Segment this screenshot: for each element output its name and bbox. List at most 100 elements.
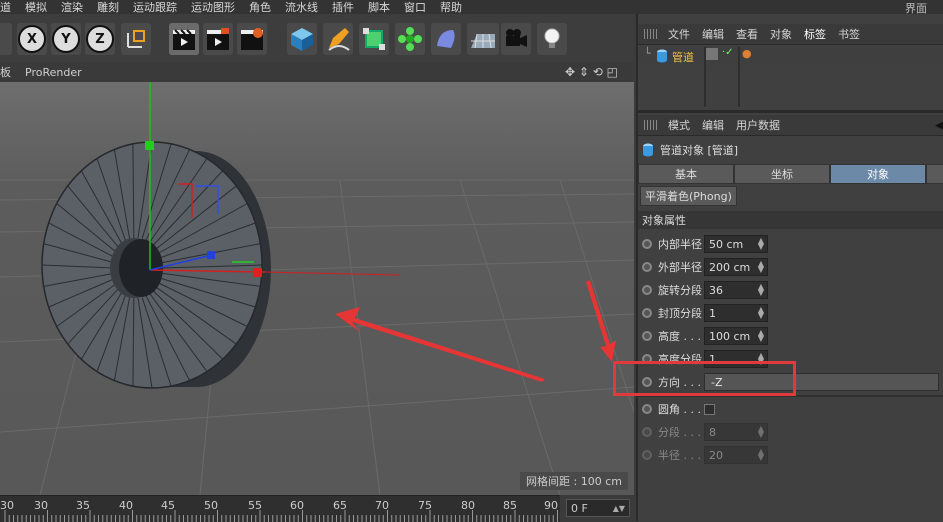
- menu-file[interactable]: 文件: [668, 26, 690, 42]
- param-label: 分段 . . .: [658, 426, 701, 439]
- fillet-segments-field[interactable]: 8 ▲ ▼: [704, 423, 768, 441]
- spinner-icon[interactable]: ▲▼: [758, 260, 764, 274]
- tab-overflow[interactable]: [926, 164, 943, 184]
- menu-view[interactable]: 查看: [736, 26, 758, 42]
- outer-radius-field[interactable]: 200 cm ▲ ▼: [704, 258, 768, 276]
- param-value: 100 cm: [709, 329, 751, 343]
- inner-radius-field[interactable]: 50 cm ▲ ▼: [704, 235, 768, 253]
- animate-radio[interactable]: [642, 262, 652, 272]
- param-value: 20: [709, 448, 723, 462]
- render-to-picture-viewer-button[interactable]: [203, 23, 233, 55]
- render-view-button[interactable]: [169, 23, 199, 55]
- cap-segments-field[interactable]: 1 ▲ ▼: [704, 304, 768, 322]
- menu-item[interactable]: 运动跟踪: [133, 0, 177, 15]
- y-axis-icon: Y: [52, 25, 80, 53]
- render-settings-button[interactable]: [237, 23, 267, 55]
- menu-item[interactable]: 帮助: [440, 0, 462, 15]
- axis-y-button[interactable]: Y: [51, 23, 81, 55]
- subdivision-cube-icon: [363, 28, 385, 50]
- menu-item[interactable]: 插件: [332, 0, 354, 15]
- menu-item[interactable]: 窗口: [404, 0, 426, 15]
- height-field[interactable]: 100 cm ▲ ▼: [704, 327, 768, 345]
- menu-item[interactable]: 渲染: [61, 0, 83, 15]
- animate-radio[interactable]: [642, 450, 652, 460]
- object-row[interactable]: └ 管道 ·✓ ●: [638, 47, 943, 107]
- menu-item[interactable]: 雕刻: [97, 0, 119, 15]
- tab-coordinates[interactable]: 坐标: [734, 164, 830, 184]
- param-fillet-segments: 分段 . . . 8 ▲ ▼: [642, 422, 768, 442]
- cube-button[interactable]: [287, 23, 317, 55]
- phong-tag-icon[interactable]: ●: [742, 47, 752, 60]
- deformer-icon: [437, 30, 455, 48]
- floor-button[interactable]: [467, 23, 499, 55]
- animate-radio[interactable]: [642, 308, 652, 318]
- visibility-check-icon[interactable]: ·✓: [722, 47, 734, 58]
- menu-item[interactable]: 脚本: [368, 0, 390, 15]
- animate-radio[interactable]: [642, 427, 652, 437]
- back-arrow-icon[interactable]: ◀: [935, 118, 943, 133]
- viewport-menu-fragment[interactable]: 板: [0, 64, 11, 80]
- pen-button[interactable]: [323, 23, 353, 55]
- cube-icon: [291, 28, 313, 51]
- menu-edit[interactable]: 编辑: [702, 117, 724, 133]
- timeline-ruler[interactable]: 30 30 35 40 45 50 55 60 65 70 75 80 85 9…: [0, 495, 560, 522]
- menu-item[interactable]: 流水线: [285, 0, 318, 15]
- menu-mode[interactable]: 模式: [668, 117, 690, 133]
- spinner-icon[interactable]: ▲▼: [758, 283, 764, 297]
- animate-radio[interactable]: [642, 331, 652, 341]
- menu-item[interactable]: 道: [0, 0, 11, 15]
- layer-icon[interactable]: [706, 48, 718, 60]
- param-value: 8: [709, 425, 716, 439]
- param-height: 高度 . . . 100 cm ▲ ▼: [642, 326, 768, 346]
- viewport-scene: [0, 82, 634, 495]
- tab-basic[interactable]: 基本: [638, 164, 734, 184]
- menu-user-data[interactable]: 用户数据: [736, 117, 780, 133]
- cloner-button[interactable]: [395, 23, 425, 55]
- animate-radio[interactable]: [642, 404, 652, 414]
- tube-object-icon: [643, 143, 653, 157]
- menu-item[interactable]: 运动图形: [191, 0, 235, 15]
- axis-z-button[interactable]: Z: [85, 23, 115, 55]
- tab-object[interactable]: 对象: [830, 164, 926, 184]
- light-button[interactable]: [537, 23, 567, 55]
- spinner-icon[interactable]: ▲▼: [758, 306, 764, 320]
- deformer-button[interactable]: [431, 23, 461, 55]
- current-frame-field[interactable]: 0 F ▲▼: [566, 499, 630, 517]
- panel-grip-icon[interactable]: [644, 120, 658, 130]
- spinner-icon[interactable]: ▲▼: [758, 425, 764, 439]
- menu-object[interactable]: 对象: [770, 26, 792, 42]
- param-cap-segments: 封顶分段 1 ▲ ▼: [642, 303, 768, 323]
- panel-splitter[interactable]: [638, 110, 943, 113]
- camera-button[interactable]: [501, 23, 531, 55]
- fillet-checkbox[interactable]: [704, 403, 715, 415]
- object-name[interactable]: 管道: [672, 49, 694, 65]
- spinner-icon[interactable]: ▲▼: [758, 448, 764, 462]
- attribute-title: 管道对象 [管道]: [642, 142, 738, 158]
- tool-button[interactable]: [0, 23, 12, 55]
- floor-grid-icon: [471, 33, 495, 49]
- axis-x-button[interactable]: X: [17, 23, 47, 55]
- menu-item[interactable]: 模拟: [25, 0, 47, 15]
- spinner-icon[interactable]: ▲▼: [758, 329, 764, 343]
- spinner-icon[interactable]: ▲▼: [758, 237, 764, 251]
- param-inner-radius: 内部半径 50 cm ▲ ▼: [642, 234, 768, 254]
- 3d-viewport[interactable]: 网格间距 : 100 cm: [0, 82, 634, 495]
- param-fillet-radius: 半径 . . . 20 ▲ ▼: [642, 445, 768, 465]
- tick-label: 80: [461, 499, 475, 512]
- panel-grip-icon[interactable]: [644, 29, 658, 39]
- animate-radio[interactable]: [642, 285, 652, 295]
- tick-label: 85: [503, 499, 517, 512]
- menu-tags[interactable]: 标签: [804, 26, 826, 42]
- subdivision-button[interactable]: [359, 23, 389, 55]
- menu-edit[interactable]: 编辑: [702, 26, 724, 42]
- animate-radio[interactable]: [642, 239, 652, 249]
- viewport-nav-icon[interactable]: ✥ ⇕ ⟲ ◰: [565, 65, 618, 79]
- phong-button[interactable]: 平滑着色(Phong): [640, 186, 737, 206]
- coord-system-button[interactable]: [121, 23, 151, 55]
- prorender-menu[interactable]: ProRender: [25, 66, 82, 79]
- spinner-icon[interactable]: ▲▼: [613, 504, 625, 513]
- fillet-radius-field[interactable]: 20 ▲ ▼: [704, 446, 768, 464]
- menu-bookmarks[interactable]: 书签: [838, 26, 860, 42]
- rotation-segments-field[interactable]: 36 ▲ ▼: [704, 281, 768, 299]
- menu-item[interactable]: 角色: [249, 0, 271, 15]
